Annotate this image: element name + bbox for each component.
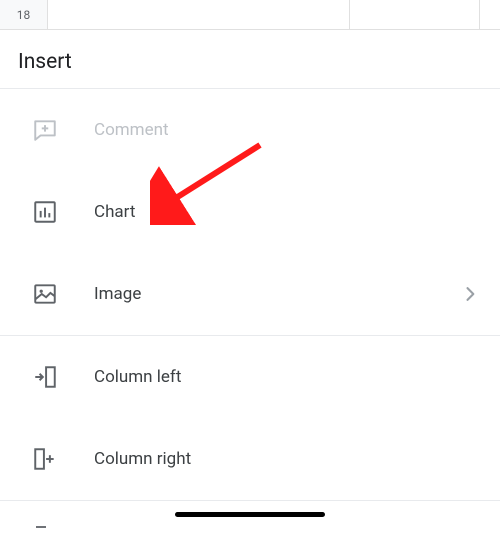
menu-label: Column left xyxy=(94,367,480,387)
cell[interactable] xyxy=(48,0,350,29)
spreadsheet-row: 18 xyxy=(0,0,500,30)
menu-label: Chart xyxy=(94,202,480,222)
icon-partial xyxy=(32,515,58,541)
home-indicator xyxy=(175,512,325,517)
row-number: 18 xyxy=(0,0,48,29)
chart-icon xyxy=(32,199,58,225)
image-icon xyxy=(32,281,58,307)
menu-label: Column right xyxy=(94,449,480,469)
insert-chart-item[interactable]: Chart xyxy=(0,171,500,253)
menu-item-partial[interactable] xyxy=(0,501,500,521)
comment-icon xyxy=(32,117,58,143)
insert-comment-item[interactable]: Comment xyxy=(0,89,500,171)
cell[interactable] xyxy=(350,0,480,29)
panel-title: Insert xyxy=(0,30,500,88)
column-right-icon xyxy=(32,446,58,472)
insert-column-left-item[interactable]: Column left xyxy=(0,336,500,418)
menu-label: Image xyxy=(94,284,460,304)
insert-image-item[interactable]: Image xyxy=(0,253,500,335)
chevron-right-icon xyxy=(460,284,480,304)
menu-label: Comment xyxy=(94,120,480,140)
column-left-icon xyxy=(32,364,58,390)
cell[interactable] xyxy=(480,0,500,29)
insert-column-right-item[interactable]: Column right xyxy=(0,418,500,500)
